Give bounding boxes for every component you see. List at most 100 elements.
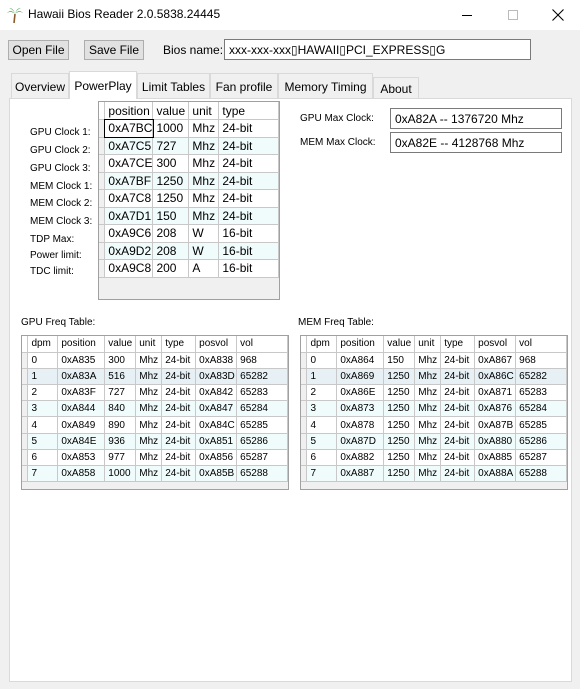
table-row[interactable]: 7 0xA858 1000 Mhz 24-bit 0xA85B 65288: [22, 464, 288, 483]
table-cell[interactable]: 6: [306, 448, 338, 467]
table-cell[interactable]: 300: [104, 351, 137, 369]
table-cell[interactable]: 24-bit: [218, 154, 279, 173]
column-header[interactable]: type: [161, 336, 197, 353]
table-cell[interactable]: 1250: [383, 367, 416, 386]
save-file-button[interactable]: Save File: [84, 40, 144, 60]
table-cell[interactable]: 1250: [383, 400, 416, 418]
table-cell[interactable]: 0xA7C8: [104, 189, 154, 208]
column-header[interactable]: vol: [236, 336, 288, 353]
powerplay-grid[interactable]: position value unit type 0xA7BC 1000 Mhz 24…: [98, 101, 280, 300]
table-cell[interactable]: 0xA858: [57, 464, 106, 483]
tab-limit-tables[interactable]: Limit Tables: [137, 73, 210, 99]
table-cell[interactable]: 24-bit: [440, 464, 476, 483]
bios-name-field[interactable]: xxx-xxx-xxx▯HAWAII▯PCI_EXPRESS▯G: [224, 39, 531, 60]
minimize-button[interactable]: [444, 0, 490, 30]
table-cell[interactable]: 150: [152, 206, 190, 225]
table-row[interactable]: 0xA9D2 208 W 16-bit: [99, 241, 279, 260]
table-cell[interactable]: 0xA88A: [474, 464, 517, 483]
table-cell[interactable]: 24-bit: [161, 367, 197, 386]
table-row[interactable]: 0xA9C8 200 A 16-bit: [99, 259, 279, 278]
table-cell[interactable]: 0xA873: [336, 400, 385, 418]
table-row[interactable]: 0xA7BC 1000 Mhz 24-bit: [99, 118, 279, 138]
table-cell[interactable]: 0xA856: [195, 448, 238, 467]
table-cell[interactable]: 65288: [515, 464, 567, 483]
table-cell[interactable]: 0xA847: [195, 400, 238, 418]
table-cell[interactable]: 24-bit: [440, 416, 476, 434]
table-cell[interactable]: Mhz: [414, 367, 442, 386]
table-cell[interactable]: 4: [306, 416, 338, 434]
table-row[interactable]: 6 0xA882 1250 Mhz 24-bit 0xA885 65287: [301, 448, 567, 467]
table-cell[interactable]: Mhz: [135, 384, 163, 402]
table-cell[interactable]: 0xA9C6: [104, 224, 154, 243]
column-header[interactable]: vol: [515, 336, 567, 353]
table-row[interactable]: 2 0xA86E 1250 Mhz 24-bit 0xA871 65283: [301, 384, 567, 402]
table-cell[interactable]: 0xA87B: [474, 416, 517, 434]
table-cell[interactable]: 1250: [152, 171, 190, 190]
maximize-button[interactable]: [490, 0, 536, 30]
table-cell[interactable]: 65285: [236, 416, 288, 434]
table-row[interactable]: 0xA9C6 208 W 16-bit: [99, 224, 279, 243]
table-cell[interactable]: 65285: [515, 416, 567, 434]
table-cell[interactable]: Mhz: [414, 432, 442, 450]
table-cell[interactable]: 16-bit: [218, 241, 279, 260]
table-cell[interactable]: 65284: [515, 400, 567, 418]
table-cell[interactable]: 1250: [383, 432, 416, 450]
table-cell[interactable]: 24-bit: [440, 351, 476, 369]
table-cell[interactable]: 200: [152, 259, 190, 278]
table-cell[interactable]: 0xA882: [336, 448, 385, 467]
table-cell[interactable]: 0xA7BC: [103, 118, 154, 138]
table-cell[interactable]: 5: [306, 432, 338, 450]
table-cell[interactable]: 0: [306, 351, 338, 369]
table-cell[interactable]: 0xA880: [474, 432, 517, 450]
table-cell[interactable]: Mhz: [135, 464, 163, 483]
tab-memory-timing[interactable]: Memory Timing: [278, 73, 373, 99]
table-cell[interactable]: 208: [152, 224, 190, 243]
table-cell[interactable]: 0xA87D: [336, 432, 385, 450]
column-header[interactable]: dpm: [27, 336, 59, 353]
column-header[interactable]: type: [218, 102, 279, 120]
table-row[interactable]: 5 0xA84E 936 Mhz 24-bit 0xA851 65286: [22, 432, 288, 450]
table-cell[interactable]: 0xA7C5: [104, 136, 154, 155]
table-cell[interactable]: A: [188, 259, 220, 278]
table-cell[interactable]: 0xA885: [474, 448, 517, 467]
tab-fan-profile[interactable]: Fan profile: [210, 73, 278, 99]
table-cell[interactable]: 24-bit: [218, 206, 279, 225]
table-cell[interactable]: 16-bit: [218, 259, 279, 278]
table-cell[interactable]: 3: [27, 400, 59, 418]
table-row[interactable]: 5 0xA87D 1250 Mhz 24-bit 0xA880 65286: [301, 432, 567, 450]
table-row[interactable]: 0 0xA864 150 Mhz 24-bit 0xA867 968: [301, 351, 567, 369]
table-cell[interactable]: 727: [104, 384, 137, 402]
table-cell[interactable]: 0xA838: [195, 351, 238, 369]
table-cell[interactable]: 0xA7CE: [104, 154, 154, 173]
table-cell[interactable]: 65283: [515, 384, 567, 402]
table-cell[interactable]: Mhz: [135, 400, 163, 418]
column-header[interactable]: type: [440, 336, 476, 353]
table-cell[interactable]: W: [188, 224, 220, 243]
table-cell[interactable]: 0xA84C: [195, 416, 238, 434]
table-row[interactable]: 2 0xA83F 727 Mhz 24-bit 0xA842 65283: [22, 384, 288, 402]
table-cell[interactable]: 4: [27, 416, 59, 434]
table-row[interactable]: 3 0xA844 840 Mhz 24-bit 0xA847 65284: [22, 400, 288, 418]
column-header[interactable]: value: [104, 336, 137, 353]
table-cell[interactable]: 0xA842: [195, 384, 238, 402]
column-header[interactable]: unit: [135, 336, 163, 353]
table-cell[interactable]: 7: [306, 464, 338, 483]
table-cell[interactable]: 24-bit: [440, 367, 476, 386]
table-cell[interactable]: 890: [104, 416, 137, 434]
tab-about[interactable]: About: [373, 77, 419, 99]
table-cell[interactable]: Mhz: [188, 189, 220, 208]
table-cell[interactable]: 65287: [515, 448, 567, 467]
column-header[interactable]: dpm: [306, 336, 338, 353]
column-header[interactable]: unit: [188, 102, 220, 120]
tab-overview[interactable]: Overview: [11, 73, 69, 99]
table-cell[interactable]: 65282: [515, 367, 567, 386]
table-cell[interactable]: 24-bit: [218, 136, 279, 155]
table-row[interactable]: 4 0xA849 890 Mhz 24-bit 0xA84C 65285: [22, 416, 288, 434]
table-cell[interactable]: 24-bit: [161, 400, 197, 418]
column-header[interactable]: position: [104, 102, 154, 120]
table-row[interactable]: 0xA7C5 727 Mhz 24-bit: [99, 136, 279, 155]
table-cell[interactable]: 24-bit: [440, 448, 476, 467]
table-cell[interactable]: 24-bit: [440, 432, 476, 450]
table-cell[interactable]: 840: [104, 400, 137, 418]
table-cell[interactable]: 3: [306, 400, 338, 418]
